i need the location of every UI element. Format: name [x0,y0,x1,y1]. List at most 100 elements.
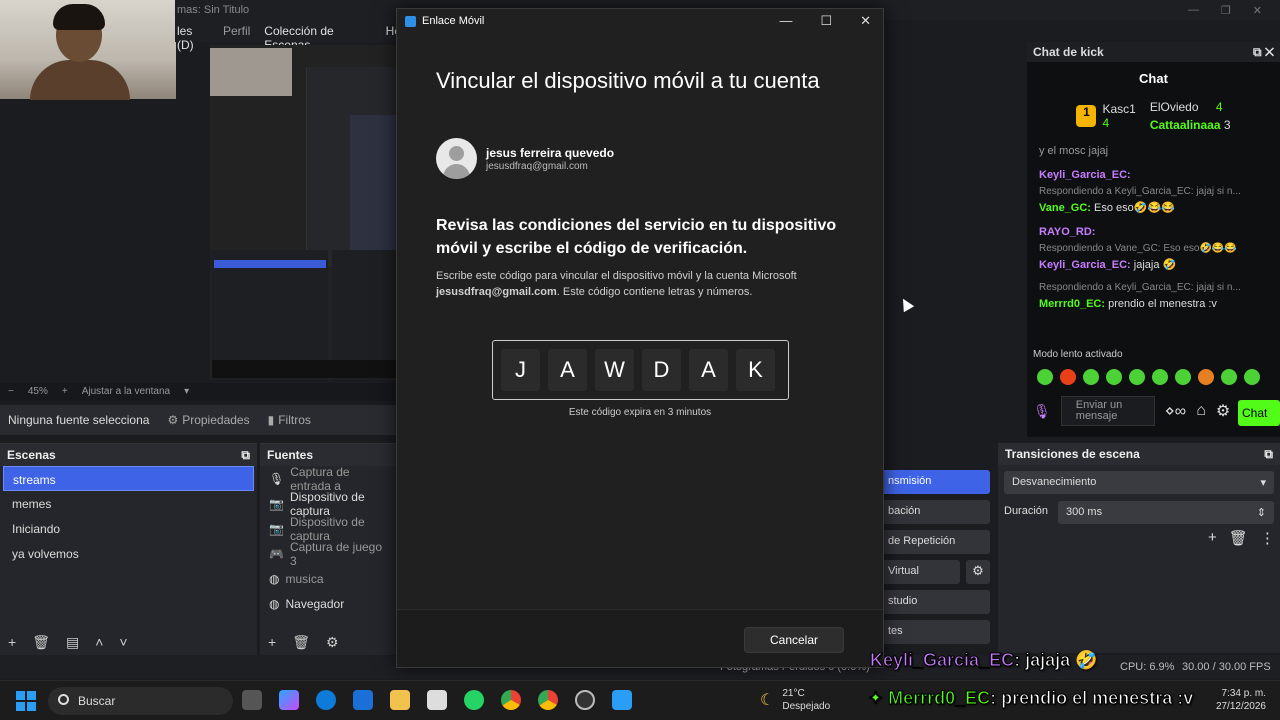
mobile-link-dialog: Enlace Móvil — ☐ ✕ Vincular el dispositi… [396,8,884,668]
emote-icon[interactable] [1083,369,1099,385]
replay-buffer-button[interactable]: de Repetición [884,530,990,554]
undock-icon[interactable]: ⧉ [241,448,250,462]
scene-item[interactable]: memes [3,491,254,516]
source-item[interactable]: ◍ musica [260,566,396,591]
chrome-profile-icon[interactable] [538,690,558,710]
emote-icon[interactable] [1060,369,1076,385]
zoom-in-button[interactable]: + [62,386,68,398]
desc-text: Escribe este código para vincular el dis… [436,270,797,282]
mic-icon[interactable]: 🎙 [1033,403,1051,420]
gear-icon[interactable]: ⚙ [966,560,990,584]
mobile-link-icon[interactable] [612,690,632,710]
store-icon[interactable]: ⌂ [1196,402,1206,420]
cancel-button[interactable]: Cancelar [744,627,844,653]
emote-icon[interactable] [1221,369,1237,385]
cpu-usage: CPU: 6.9% [1120,661,1175,673]
transitions-toolbar: + 🗑 ⋮ [1208,529,1275,547]
dialog-description: Escribe este código para vincular el dis… [436,268,856,300]
duration-input[interactable]: 300 ms ⇕ [1058,501,1274,524]
send-chat-button[interactable]: Chat [1238,400,1280,426]
task-view-icon[interactable] [242,690,262,710]
taskbar-apps [242,690,632,710]
store-icon[interactable] [353,690,373,710]
sources-toolbar: + 🗑 ⚙ [260,629,396,655]
properties-button[interactable]: ⚙ Propiedades [167,413,249,427]
obs-preview-canvas[interactable] [210,45,396,380]
source-item[interactable]: 📷 Dispositivo de captura [260,515,396,543]
emote-icon[interactable] [1037,369,1053,385]
menu-item-archivo[interactable]: les (D) [177,24,209,52]
transitions-header: Transiciones de escena ⧉ [998,443,1280,465]
moon-icon: ☾ [760,691,775,709]
emote-picker-icon[interactable]: ⋄∞ [1165,401,1186,421]
source-item[interactable]: 📷 Dispositivo de captura [260,490,396,518]
edge-icon[interactable] [316,690,336,710]
system-clock[interactable]: 7:34 p. m. 27/12/2026 [1216,687,1266,713]
chevron-up-icon[interactable]: ˄ [95,634,103,650]
whatsapp-icon[interactable] [464,690,484,710]
gear-icon[interactable]: ⚙ [326,634,339,651]
emote-icon[interactable] [1129,369,1145,385]
source-item[interactable]: ◍ Navegador [260,591,396,616]
menu-item-perfil[interactable]: Perfil [223,24,250,42]
chrome-icon[interactable] [501,690,521,710]
scene-item[interactable]: Iniciando [3,516,254,541]
start-recording-button[interactable]: bación [884,500,990,524]
minimize-icon[interactable]: — [1188,4,1199,20]
chat-username[interactable]: RAYO_RD: [1039,226,1095,238]
emote-icon[interactable] [1152,369,1168,385]
taskbar-search[interactable]: Buscar [48,687,233,715]
scene-item[interactable]: ya volvemos [3,541,254,566]
fit-window-dropdown[interactable]: Ajustar a la ventana [82,386,170,398]
maximize-icon[interactable]: ☐ [820,13,832,29]
gear-icon[interactable]: ⚙ [1216,401,1230,421]
close-icon[interactable]: ✕ [860,13,871,29]
close-icon[interactable]: ✕ [1253,4,1262,20]
trash-icon[interactable]: 🗑 [32,634,50,651]
emote-icon[interactable] [1198,369,1214,385]
filters-button[interactable]: ▮ Filtros [268,413,311,427]
more-icon[interactable]: ⋮ [1260,529,1275,547]
zoom-out-button[interactable]: − [8,386,14,398]
trash-icon[interactable]: 🗑 [292,634,310,651]
add-icon[interactable]: + [1208,529,1217,547]
minimize-icon[interactable]: — [779,13,792,29]
obs-icon[interactable] [575,690,595,710]
dialog-window-controls: — ☐ ✕ [779,13,871,29]
transition-select[interactable]: Desvanecimiento ▾ [1004,471,1274,494]
undock-icon[interactable]: ⧉ [1264,447,1273,461]
close-icon[interactable]: ⧉ ✕ [1253,45,1274,59]
scene-item[interactable]: streams [3,466,254,491]
emote-icon[interactable] [1244,369,1260,385]
studio-mode-button[interactable]: studio [884,590,990,614]
chat-username[interactable]: Vane_GC: [1039,202,1091,214]
windows-start-icon[interactable] [16,691,36,711]
emote-icon[interactable] [1175,369,1191,385]
filter-icon[interactable]: ▤ [66,634,79,651]
chevron-down-icon[interactable]: ˅ [119,634,127,650]
weather-widget[interactable]: ☾ 21°C Despejado [760,687,830,713]
maximize-icon[interactable]: ❐ [1221,4,1231,20]
settings-button[interactable]: tes [884,620,990,644]
copilot-icon[interactable] [279,690,299,710]
source-item[interactable]: 🎙 Captura de entrada a [260,465,396,493]
start-stream-button[interactable]: nsmisión [884,470,990,494]
chat-input[interactable]: Enviar un mensaje [1060,396,1155,426]
add-icon[interactable]: + [268,634,276,650]
trash-icon[interactable]: 🗑 [1229,529,1248,547]
folder-icon[interactable] [390,690,410,710]
leader-name: Kasc1 [1102,102,1136,116]
chat-username[interactable]: Keyli_Garcia_EC: [1039,169,1131,181]
menu-item-coleccion[interactable]: Colección de Escenas [264,24,371,52]
source-item[interactable]: 🎮 Captura de juego 3 [260,540,396,568]
add-icon[interactable]: + [8,634,16,650]
chevron-down-icon[interactable]: ▾ [184,386,189,398]
chat-username[interactable]: Keyli_Garcia_EC: [1039,259,1131,271]
chat-username[interactable]: Merrrd0_EC: [1039,298,1105,310]
chat-message: Merrrd0_EC: prendio el menestra :v [1027,295,1280,313]
chat-reply: Respondiendo a Keyli_Garcia_EC: jajaj si… [1039,282,1241,293]
game-icon[interactable] [427,690,447,710]
virtual-camera-button[interactable]: Virtual [884,560,960,584]
emote-bar [1037,369,1260,385]
emote-icon[interactable] [1106,369,1122,385]
